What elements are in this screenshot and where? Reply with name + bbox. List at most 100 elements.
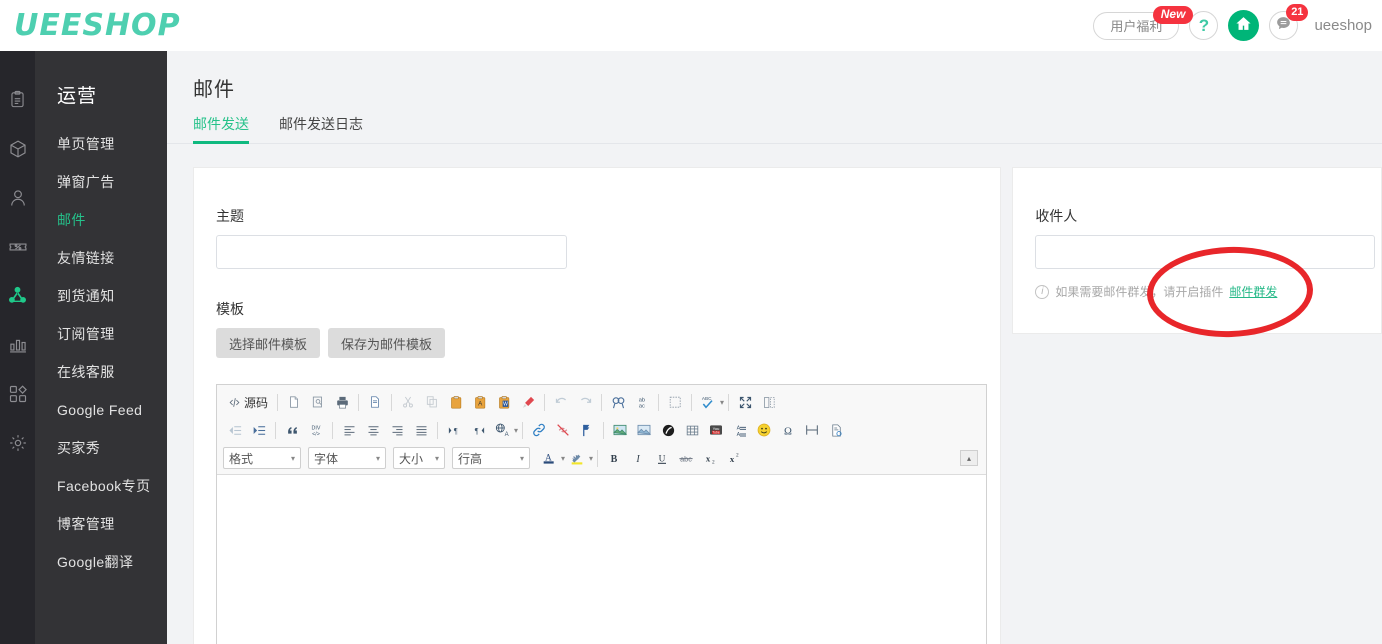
- subject-input[interactable]: [216, 235, 567, 269]
- sidebar-item-facebook-page[interactable]: Facebook专页: [35, 467, 167, 505]
- rail-item-clipboard[interactable]: [0, 75, 35, 124]
- align-left-icon[interactable]: [338, 419, 360, 441]
- print-icon[interactable]: [331, 391, 353, 413]
- source-code-icon[interactable]: 源码: [224, 391, 272, 413]
- youtube-icon[interactable]: YouTube: [705, 419, 727, 441]
- page-break-icon[interactable]: AA: [729, 419, 751, 441]
- redo-icon[interactable]: [574, 391, 596, 413]
- rail-item-products[interactable]: [0, 124, 35, 173]
- language-caret-icon[interactable]: ▾: [514, 426, 518, 435]
- indent-icon[interactable]: [248, 419, 270, 441]
- div-container-icon[interactable]: DIV</>: [305, 419, 327, 441]
- smiley-icon[interactable]: [753, 419, 775, 441]
- text-color-caret-icon[interactable]: ▾: [561, 454, 565, 463]
- rail-item-apps[interactable]: [0, 369, 35, 418]
- editor-content-area[interactable]: [217, 475, 986, 644]
- save-template-button[interactable]: 保存为邮件模板: [328, 328, 445, 358]
- spellcheck-caret-icon[interactable]: ▾: [720, 398, 724, 407]
- format-select[interactable]: 格式 ▾: [223, 447, 301, 469]
- templates-icon[interactable]: [364, 391, 386, 413]
- sidebar-item-google-translate[interactable]: Google翻译: [35, 543, 167, 581]
- underline-icon[interactable]: U: [651, 447, 673, 469]
- replace-icon[interactable]: abac: [631, 391, 653, 413]
- rail-item-customers[interactable]: [0, 173, 35, 222]
- chevron-down-icon: ▾: [291, 454, 295, 463]
- sidebar-item-subscription[interactable]: 订阅管理: [35, 315, 167, 353]
- horizontal-rule-icon[interactable]: [801, 419, 823, 441]
- chevron-down-icon: ▾: [520, 454, 524, 463]
- sidebar-item-single-page[interactable]: 单页管理: [35, 125, 167, 163]
- strikethrough-icon[interactable]: abc: [675, 447, 697, 469]
- app-logo[interactable]: UEESHOP: [14, 8, 181, 43]
- svg-text:¶: ¶: [474, 426, 478, 435]
- copy-icon[interactable]: [421, 391, 443, 413]
- tab-email-log[interactable]: 邮件发送日志: [279, 114, 363, 143]
- document-icon[interactable]: [825, 419, 847, 441]
- link-icon[interactable]: [528, 419, 550, 441]
- outdent-icon[interactable]: [224, 419, 246, 441]
- sidebar-item-email[interactable]: 邮件: [35, 201, 167, 239]
- justify-icon[interactable]: [410, 419, 432, 441]
- rail-item-operations[interactable]: [0, 271, 35, 320]
- size-select[interactable]: 大小 ▾: [393, 447, 445, 469]
- align-center-icon[interactable]: [362, 419, 384, 441]
- align-right-icon[interactable]: [386, 419, 408, 441]
- help-button[interactable]: ?: [1189, 11, 1218, 40]
- subscript-icon[interactable]: x2: [699, 447, 721, 469]
- sidebar-item-live-chat[interactable]: 在线客服: [35, 353, 167, 391]
- sidebar-item-google-feed[interactable]: Google Feed: [35, 391, 167, 429]
- user-icon: [8, 188, 28, 208]
- toolbar-separator: [601, 394, 602, 411]
- undo-icon[interactable]: [550, 391, 572, 413]
- choose-template-button[interactable]: 选择邮件模板: [216, 328, 320, 358]
- recipient-input[interactable]: [1035, 235, 1375, 269]
- sidebar-item-friend-links[interactable]: 友情链接: [35, 239, 167, 277]
- new-page-icon[interactable]: [283, 391, 305, 413]
- superscript-icon[interactable]: x2: [723, 447, 745, 469]
- bold-icon[interactable]: B: [603, 447, 625, 469]
- image-simple-icon[interactable]: [633, 419, 655, 441]
- image-icon[interactable]: [609, 419, 631, 441]
- unlink-icon[interactable]: [552, 419, 574, 441]
- tab-email-send[interactable]: 邮件发送: [193, 114, 249, 143]
- preview-icon[interactable]: [307, 391, 329, 413]
- table-icon[interactable]: [681, 419, 703, 441]
- sidebar-item-blog[interactable]: 博客管理: [35, 505, 167, 543]
- ltr-icon[interactable]: ¶: [443, 419, 465, 441]
- find-icon[interactable]: [607, 391, 629, 413]
- editor-toolbar-row-2: DIV</> ¶ ¶ A ▾: [219, 416, 984, 444]
- paste-text-icon[interactable]: A: [469, 391, 491, 413]
- flash-icon[interactable]: [657, 419, 679, 441]
- maximize-icon[interactable]: [734, 391, 756, 413]
- spellcheck-icon[interactable]: ABC: [697, 391, 719, 413]
- remove-format-icon[interactable]: [517, 391, 539, 413]
- rail-item-settings[interactable]: [0, 418, 35, 467]
- rail-item-marketing[interactable]: [0, 222, 35, 271]
- line-height-select[interactable]: 行高 ▾: [452, 447, 530, 469]
- bulk-email-plugin-link[interactable]: 邮件群发: [1229, 283, 1277, 300]
- bg-color-caret-icon[interactable]: ▾: [589, 454, 593, 463]
- font-select[interactable]: 字体 ▾: [308, 447, 386, 469]
- italic-icon[interactable]: I: [627, 447, 649, 469]
- rtl-icon[interactable]: ¶: [467, 419, 489, 441]
- select-all-icon[interactable]: [664, 391, 686, 413]
- rail-item-statistics[interactable]: [0, 320, 35, 369]
- line-height-select-label: 行高: [458, 450, 482, 467]
- blockquote-icon[interactable]: [281, 419, 303, 441]
- anchor-icon[interactable]: [576, 419, 598, 441]
- sidebar-item-buyer-show[interactable]: 买家秀: [35, 429, 167, 467]
- home-button[interactable]: [1228, 10, 1259, 41]
- template-label: 模板: [216, 299, 1000, 319]
- sidebar-item-arrival-notice[interactable]: 到货通知: [35, 277, 167, 315]
- username-label[interactable]: ueeshop: [1314, 17, 1372, 34]
- paste-icon[interactable]: [445, 391, 467, 413]
- collapse-toolbar-icon[interactable]: ▴: [960, 450, 978, 466]
- cut-icon[interactable]: [397, 391, 419, 413]
- special-char-icon[interactable]: Ω: [777, 419, 799, 441]
- sidebar-item-popup-ad[interactable]: 弹窗广告: [35, 163, 167, 201]
- paste-word-icon[interactable]: W: [493, 391, 515, 413]
- bg-color-icon[interactable]: ab: [566, 447, 588, 469]
- show-blocks-icon[interactable]: [758, 391, 780, 413]
- text-color-icon[interactable]: A: [538, 447, 560, 469]
- language-icon[interactable]: A: [491, 419, 513, 441]
